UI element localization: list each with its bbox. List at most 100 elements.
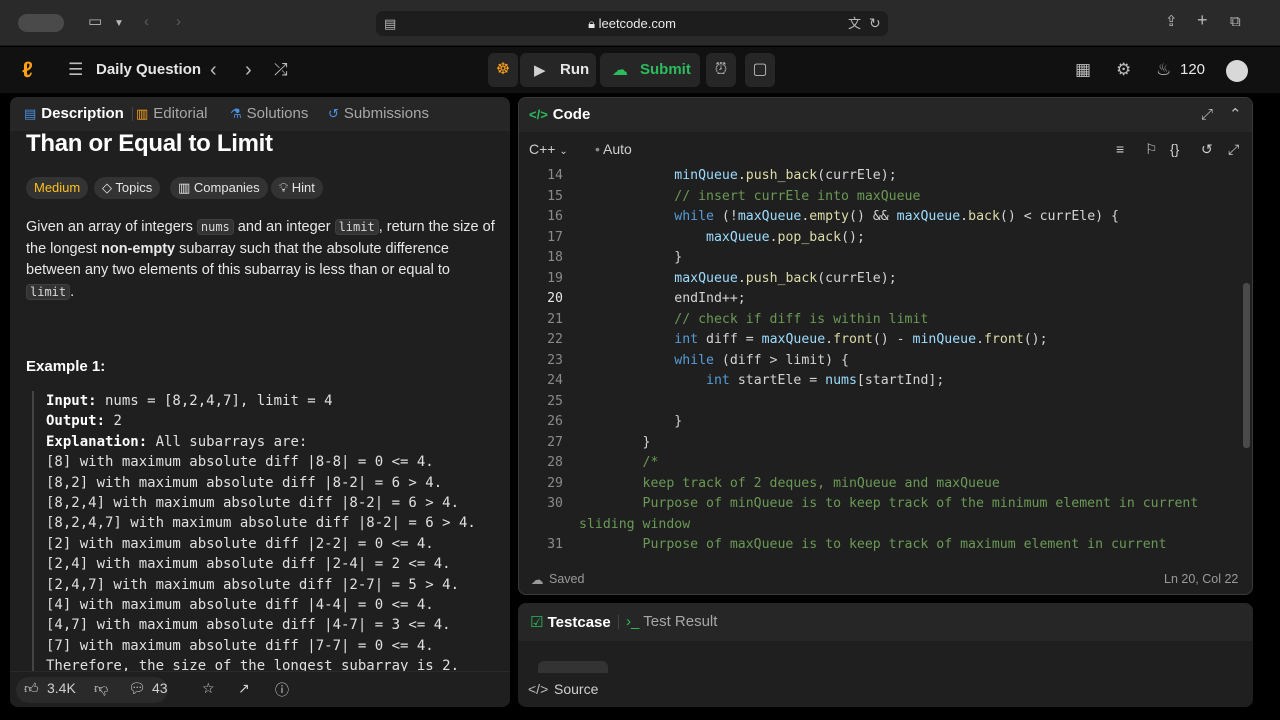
code-line: 15 // insert currEle into maxQueue — [547, 188, 921, 204]
fullscreen-icon[interactable]: ⤢ — [1228, 141, 1239, 158]
code-line: 23 while (diff > limit) { — [547, 352, 849, 368]
url-text: leetcode.com — [598, 16, 676, 31]
address-bar[interactable]: ▤ 🔒︎ leetcode.com 文 ↻ — [376, 11, 888, 36]
language-select[interactable]: C++ ⌄ — [529, 141, 568, 157]
alarm-icon[interactable]: ⏰︎ — [706, 53, 736, 87]
example-line: [4] with maximum absolute diff |4-4| = 0… — [46, 597, 434, 614]
share-link-icon[interactable]: ↗ — [238, 680, 250, 697]
topics-tag[interactable]: ◇ Topics — [94, 177, 161, 199]
leetcode-logo[interactable]: ℓ — [22, 47, 33, 93]
companies-tag[interactable]: ▥ Companies — [170, 177, 268, 199]
reset-icon[interactable]: ↺ — [1201, 141, 1213, 158]
flask-icon: ⚗ — [230, 106, 242, 121]
difficulty-badge[interactable]: Medium — [26, 177, 89, 199]
source-link[interactable]: Source — [554, 681, 598, 697]
test-panel: ☑ Testcase ›_ Test Result </> Source — [518, 603, 1253, 707]
debug-icon[interactable]: ☸ — [488, 53, 518, 87]
thumbs-up-icon[interactable]: 👍︎ — [24, 680, 39, 697]
editor-scrollbar-thumb[interactable] — [1243, 283, 1250, 448]
description-panel: ▤ Description ▥ Editorial ⚗ Solutions ↺ Subm… — [10, 97, 510, 707]
saved-status: Saved — [549, 572, 585, 586]
code-line: 29 keep track of 2 deques, minQueue and … — [547, 475, 1000, 491]
example-line: Therefore, the size of the longest subar… — [46, 658, 460, 671]
run-button[interactable]: ▶ Run — [520, 53, 596, 87]
bookmark-icon[interactable]: ⚐ — [1145, 141, 1158, 158]
layout-icon[interactable]: ▦ — [1075, 47, 1091, 93]
new-tab-icon[interactable]: + — [1197, 10, 1208, 30]
run-label: Run — [560, 61, 590, 78]
checkbox-icon: ☑ — [530, 614, 548, 631]
lock-icon: 🔒︎ — [588, 16, 599, 31]
gear-icon[interactable]: ⚙ — [1116, 47, 1131, 93]
code-line: 25 — [547, 393, 563, 409]
notes-icon[interactable]: ▢ — [745, 53, 775, 87]
translate-icon[interactable]: 文 — [848, 14, 861, 34]
braces-icon[interactable]: {} — [1170, 141, 1179, 157]
tab-test-result[interactable]: ›_ Test Result — [626, 613, 717, 630]
code-line: 28 /* — [547, 455, 659, 470]
code-line: 14 minQueue.push_back(currEle); — [547, 168, 897, 183]
terminal-icon: ›_ — [626, 613, 644, 630]
case-tabs — [538, 661, 938, 673]
code-tabbar: </> Code ⤢ ⌃ — [519, 98, 1252, 132]
code-line: 18 } — [547, 250, 683, 265]
maximize-icon[interactable]: ⤢ — [1201, 98, 1213, 132]
prev-question-icon[interactable]: ‹ — [210, 47, 217, 93]
daily-question-link[interactable]: Daily Question — [96, 47, 201, 93]
back-icon[interactable]: ‹ — [144, 12, 149, 32]
star-icon[interactable]: ☆ — [202, 680, 215, 697]
format-icon[interactable]: ≡ — [1116, 141, 1124, 157]
fire-icon[interactable]: ♨ — [1156, 47, 1171, 93]
example-line: [8,2,4,7] with maximum absolute diff |8-… — [46, 515, 476, 532]
shuffle-icon[interactable]: ⤮ — [274, 47, 288, 93]
play-icon: ▶ — [534, 62, 546, 79]
lightbulb-icon: 💡︎ — [279, 180, 292, 195]
chevron-down-icon[interactable]: ▼ — [114, 14, 124, 34]
tab-solutions[interactable]: ⚗ Solutions — [230, 97, 308, 131]
editor-status-bar: ☁ Saved Ln 20, Col 22 — [519, 568, 1252, 594]
tab-editorial[interactable]: ▥ Editorial — [136, 97, 208, 131]
tab-testcase[interactable]: ☑ Testcase — [530, 613, 611, 631]
comment-count[interactable]: 43 — [152, 680, 168, 696]
tab-divider — [132, 107, 133, 121]
inline-code: limit — [334, 219, 379, 235]
code-line: 27 } — [547, 434, 651, 450]
example-block: Input: nums = [8,2,4,7], limit = 4 Outpu… — [32, 391, 502, 671]
window-controls[interactable] — [18, 14, 64, 32]
tab-description[interactable]: ▤ Description — [24, 97, 124, 131]
collapse-icon[interactable]: ⌃ — [1229, 98, 1242, 132]
example-line: [2,4,7] with maximum absolute diff |2-7|… — [46, 576, 460, 593]
auto-toggle[interactable]: • Auto — [595, 141, 632, 157]
share-icon[interactable]: ⇪ — [1165, 12, 1178, 32]
code-line: 16 while (!maxQueue.empty() && maxQueue.… — [547, 209, 1119, 224]
code-line: sliding window — [579, 516, 691, 532]
streak-count[interactable]: 120 — [1180, 47, 1205, 93]
tab-submissions[interactable]: ↺ Submissions — [328, 97, 429, 131]
comment-icon[interactable]: 💬︎ — [128, 680, 146, 697]
code-panel: </> Code ⤢ ⌃ C++ ⌄ • Auto ≡ ⚐ {} ↺ ⤢ 14 m… — [518, 97, 1253, 595]
reload-icon[interactable]: ↻ — [869, 13, 881, 33]
problem-title: Than or Equal to Limit — [26, 130, 273, 157]
code-editor[interactable]: 14 minQueue.push_back(currEle); 15 // in… — [519, 166, 1252, 554]
example-line: [7] with maximum absolute diff |7-7| = 0… — [46, 637, 434, 654]
hint-tag[interactable]: 💡︎ Hint — [271, 177, 323, 199]
code-line: 19 maxQueue.push_back(currEle); — [547, 270, 897, 286]
example-line: [2] with maximum absolute diff |2-2| = 0… — [46, 535, 434, 552]
help-icon[interactable]: ⓘ — [275, 680, 289, 700]
submit-button[interactable]: ☁ Submit — [600, 53, 700, 87]
next-question-icon[interactable]: › — [245, 47, 252, 93]
inline-code: limit — [26, 283, 71, 300]
forward-icon[interactable]: › — [176, 12, 181, 32]
sidebar-icon[interactable]: ▭ — [88, 12, 102, 32]
test-tabbar: ☑ Testcase ›_ Test Result — [518, 603, 1253, 641]
cloud-icon: ☁ — [531, 573, 544, 587]
avatar[interactable] — [1226, 60, 1248, 82]
list-icon[interactable]: ☰ — [68, 47, 83, 93]
case-tab[interactable] — [538, 661, 608, 673]
thumbs-down-icon[interactable]: 👎︎ — [94, 680, 108, 697]
tabs-icon[interactable]: ⧉ — [1230, 12, 1241, 32]
top-nav: ℓ ☰ Daily Question ‹ › ⤮ ☸ ▶ Run ☁ Submi… — [0, 47, 1280, 93]
chevron-down-icon: ⌄ — [559, 146, 568, 157]
code-line: 31 Purpose of maxQueue is to keep track … — [547, 537, 1167, 552]
tab-code[interactable]: </> Code — [529, 98, 590, 132]
